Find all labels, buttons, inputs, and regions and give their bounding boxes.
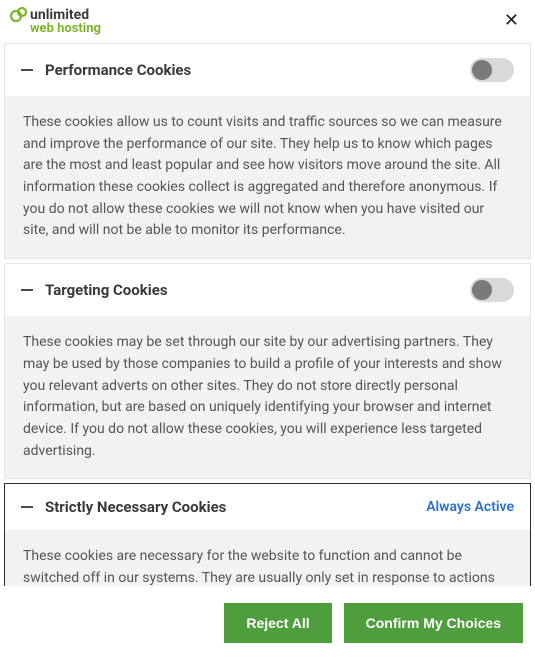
- section-header-targeting[interactable]: Targeting Cookies: [5, 264, 530, 316]
- section-header-strictly-necessary[interactable]: Strictly Necessary Cookies Always Active: [5, 484, 530, 530]
- toggle-targeting[interactable]: [470, 278, 514, 302]
- section-header-performance[interactable]: Performance Cookies: [5, 44, 530, 96]
- close-icon[interactable]: ✕: [500, 6, 523, 35]
- always-active-label: Always Active: [426, 499, 514, 515]
- modal-header: unlimited web hosting ✕: [0, 0, 535, 39]
- toggle-knob: [472, 280, 492, 300]
- logo-icon: [10, 6, 28, 24]
- section-body: These cookies allow us to count visits a…: [5, 96, 530, 258]
- section-body: These cookies may be set through our sit…: [5, 316, 530, 478]
- section-targeting: Targeting Cookies These cookies may be s…: [4, 263, 531, 479]
- minus-icon: [21, 506, 33, 508]
- toggle-performance[interactable]: [470, 58, 514, 82]
- modal-footer: Reject All Confirm My Choices: [0, 586, 535, 659]
- logo-text-bottom: web hosting: [30, 22, 101, 35]
- section-title: Targeting Cookies: [45, 281, 168, 299]
- section-title: Strictly Necessary Cookies: [45, 498, 226, 516]
- reject-all-button[interactable]: Reject All: [224, 603, 331, 643]
- toggle-knob: [472, 60, 492, 80]
- minus-icon: [21, 69, 33, 71]
- minus-icon: [21, 289, 33, 291]
- section-title: Performance Cookies: [45, 61, 191, 79]
- logo-text-top: unlimited: [30, 8, 89, 22]
- brand-logo: unlimited web hosting: [10, 6, 101, 35]
- confirm-choices-button[interactable]: Confirm My Choices: [344, 603, 523, 643]
- section-performance: Performance Cookies These cookies allow …: [4, 43, 531, 259]
